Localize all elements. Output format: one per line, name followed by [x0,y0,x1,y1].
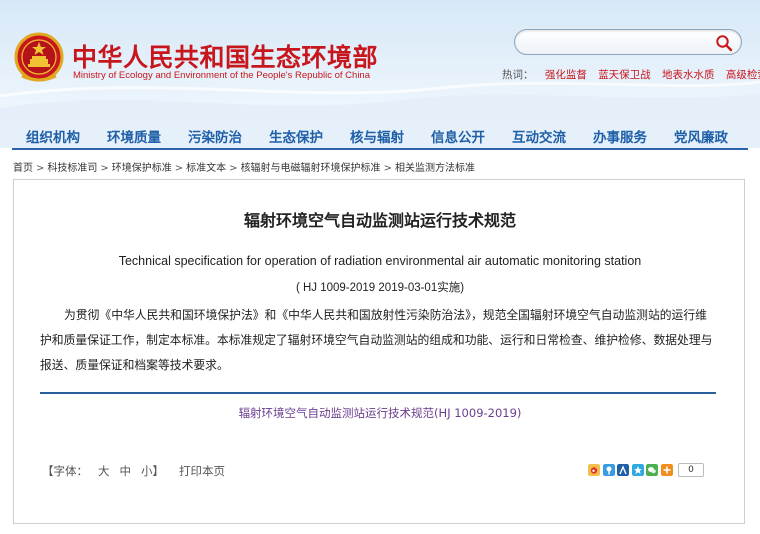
renren-icon[interactable] [617,464,629,476]
breadcrumb-item[interactable]: 首页 [13,163,33,174]
site-title-english[interactable]: Ministry of Ecology and Environment of t… [73,70,370,81]
breadcrumb-separator: > [100,163,109,174]
site-title[interactable]: 中华人民共和国生态环境部 [72,38,378,74]
breadcrumb: 首页 > 科技标准司 > 环境保护标准 > 标准文本 > 核辐射与电磁辐射环境保护标准 > 相关监测… [13,159,475,174]
font-size-large[interactable]: 大 [98,464,110,478]
font-size-label: 【字体： [42,464,88,478]
font-size-medium[interactable]: 中 [120,464,132,478]
hot-word-link[interactable]: 蓝天保卫战 [598,69,651,81]
nav-item-nuclear-radiation[interactable]: 核与辐射 [350,126,404,146]
advanced-search-link[interactable]: 高级检索 [726,69,760,81]
print-page-link[interactable]: 打印本页 [179,463,225,479]
nav-item-pollution-control[interactable]: 污染防治 [188,126,242,146]
font-size-small[interactable]: 小】 [141,464,164,478]
nav-item-party-integrity[interactable]: 党风廉政 [674,126,728,146]
nav-item-ecology-protection[interactable]: 生态保护 [269,126,323,146]
search-icon[interactable] [715,34,733,52]
document-body: 为贯彻《中华人民共和国环境保护法》和《中华人民共和国放射性污染防治法》，规范全国… [40,308,713,372]
search-input[interactable] [527,34,707,50]
site-header: 中华人民共和国生态环境部 Ministry of Ecology and Env… [0,0,760,148]
attachment-link[interactable]: 辐射环境空气自动监测站运行技术规范(HJ 1009-2019) [0,405,760,421]
wechat-icon[interactable] [646,464,658,476]
document-title-english: Technical specification for operation of… [118,254,642,268]
content-divider [40,392,716,394]
sina-weibo-icon[interactable] [588,464,600,476]
hot-word-link[interactable]: 强化监督 [545,69,587,81]
nav-item-services[interactable]: 办事服务 [593,126,647,146]
breadcrumb-separator: > [383,163,392,174]
qq-space-icon[interactable] [631,464,644,476]
breadcrumb-item[interactable]: 核辐射与电磁辐射环境保护标准 [241,163,381,174]
hot-words: 热词： 强化监督 蓝天保卫战 地表水水质 高级检索 [502,67,760,82]
breadcrumb-item[interactable]: 环境保护标准 [112,163,172,174]
nav-item-interaction[interactable]: 互动交流 [512,126,566,146]
search-box [514,29,742,55]
breadcrumb-separator: > [229,163,238,174]
breadcrumb-item[interactable]: 科技标准司 [47,163,97,174]
share-count: 0 [678,463,704,477]
share-bar: 0 [588,463,704,477]
breadcrumb-item[interactable]: 相关监测方法标准 [395,163,475,174]
hot-words-label: 热词： [502,69,534,81]
nav-item-environment-quality[interactable]: 环境质量 [107,126,161,146]
document-code: ( HJ 1009-2019 2019-03-01实施) [295,282,465,294]
tencent-weibo-icon[interactable] [602,464,615,476]
document-title: 辐射环境空气自动监测站运行技术规范 [243,211,516,230]
breadcrumb-item[interactable]: 标准文本 [186,163,226,174]
more-share-icon[interactable] [660,464,673,476]
nav-item-information-disclosure[interactable]: 信息公开 [431,126,485,146]
breadcrumb-separator: > [174,163,184,174]
nav-item-organization[interactable]: 组织机构 [26,126,80,146]
nav-divider [12,148,748,150]
main-navigation: 组织机构 环境质量 污染防治 生态保护 核与辐射 信息公开 互动交流 办事服务 … [0,122,760,148]
font-size-controls: 【字体： 大中小】 [42,463,174,479]
national-emblem-icon[interactable] [14,32,64,84]
hot-word-link[interactable]: 地表水水质 [662,69,715,81]
breadcrumb-separator: > [36,163,45,174]
